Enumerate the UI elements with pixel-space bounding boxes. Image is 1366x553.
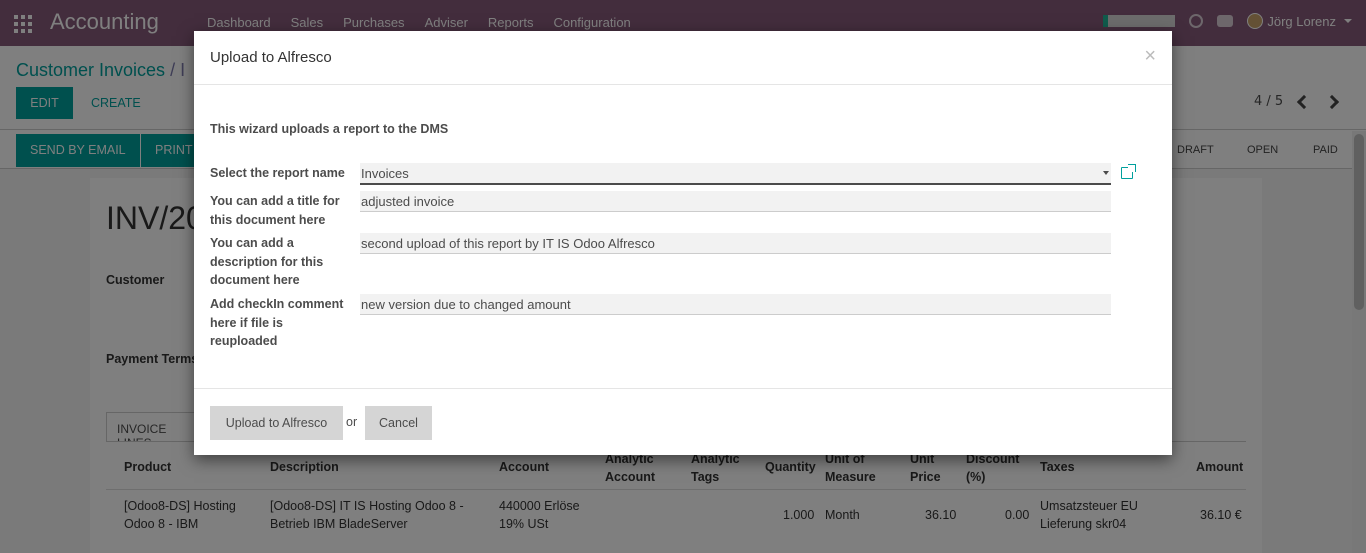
dialog-header: Upload to Alfresco × [194,31,1172,85]
comment-label: Add checkIn comment here if file is reup… [210,297,344,348]
external-link-icon[interactable] [1121,164,1136,179]
title-input[interactable]: adjusted invoice [360,191,1111,212]
or-text: or [346,415,358,429]
report-name-label: Select the report name [210,166,345,180]
description-label: You can add a description for this docum… [210,236,324,287]
cancel-button[interactable]: Cancel [365,406,432,440]
title-label: You can add a title for this document he… [210,194,340,227]
upload-dialog: Upload to Alfresco × This wizard uploads… [194,31,1172,455]
upload-to-alfresco-button[interactable]: Upload to Alfresco [210,406,343,440]
report-name-select[interactable]: Invoices [360,163,1111,185]
dialog-footer: Upload to Alfresco or Cancel [194,388,1172,455]
chevron-down-icon[interactable] [1103,171,1109,175]
comment-input[interactable]: new version due to changed amount [360,294,1111,315]
dialog-title: Upload to Alfresco [210,49,332,66]
description-input[interactable]: second upload of this report by IT IS Od… [360,233,1111,254]
wizard-intro: This wizard uploads a report to the DMS [210,122,449,136]
close-icon[interactable]: × [1144,45,1156,68]
